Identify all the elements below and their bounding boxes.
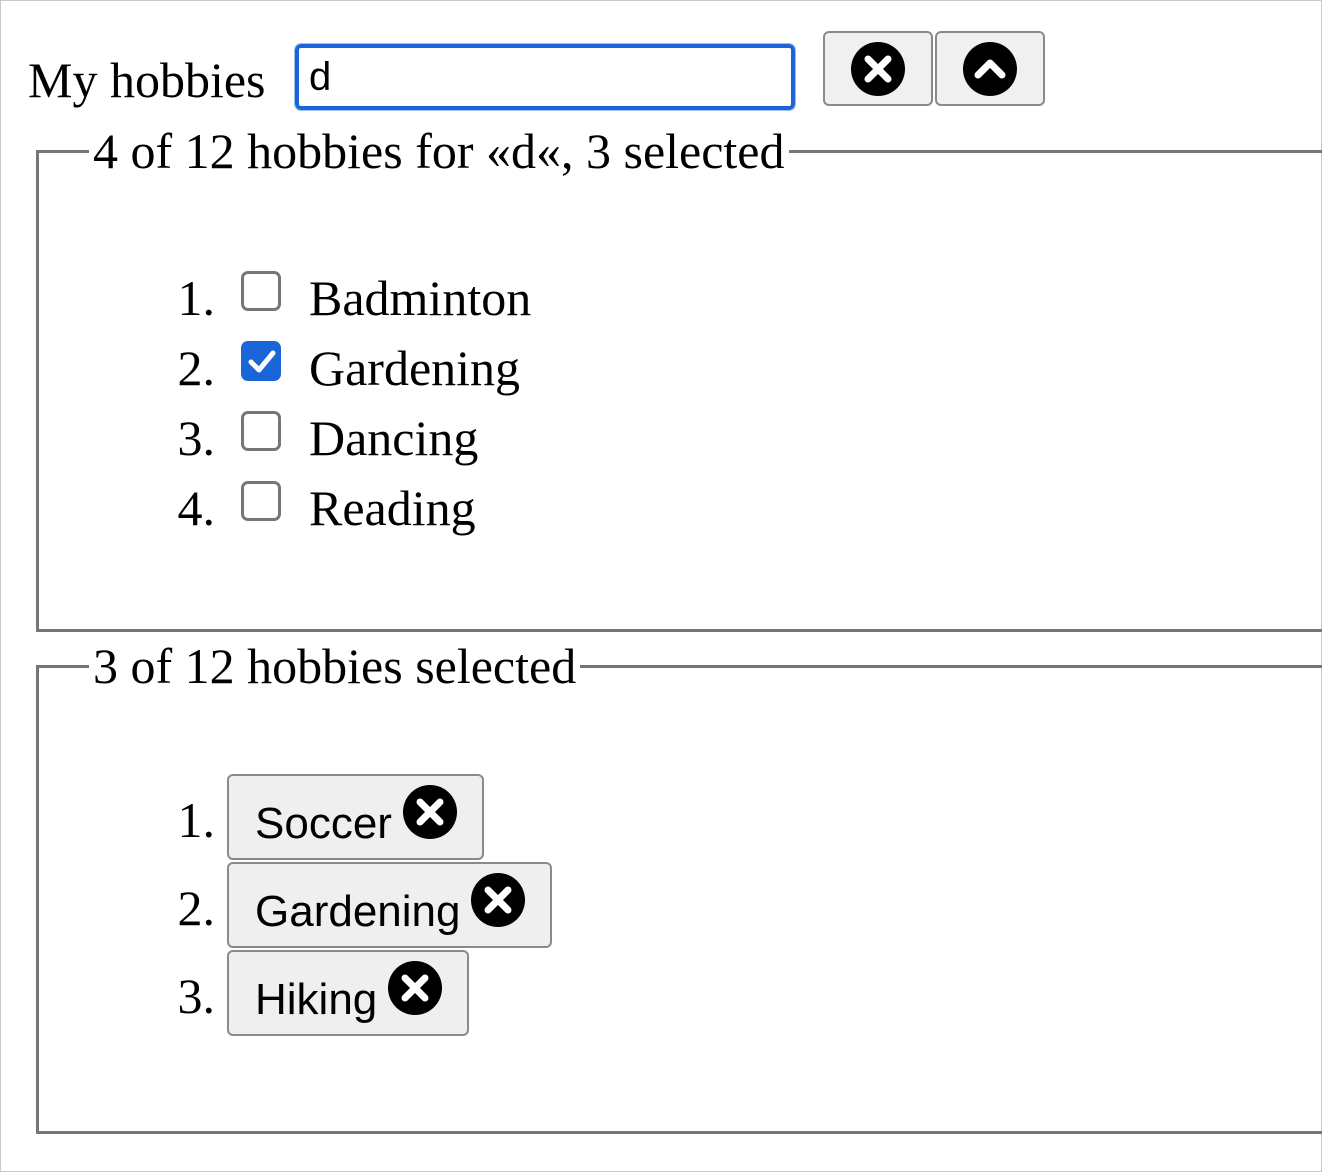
remove-hiking-button[interactable]: Hiking: [227, 950, 470, 1036]
collapse-list-button[interactable]: [935, 31, 1045, 106]
result-checkbox-dancing[interactable]: [241, 411, 281, 451]
chevron-up-circle-icon: [963, 41, 1017, 96]
item-number: 3.: [177, 410, 216, 466]
selected-item: 2. Gardening: [39, 862, 1322, 950]
item-number: 4.: [177, 480, 216, 536]
hobbies-search-input[interactable]: [294, 43, 796, 111]
item-number: 2.: [177, 340, 216, 396]
item-number: 1.: [177, 270, 216, 326]
results-fieldset: 4 of 12 hobbies for «d«, 3 selected 1. B…: [36, 121, 1322, 632]
close-circle-icon: [851, 41, 905, 96]
result-item: 3. Dancing: [39, 408, 1322, 478]
item-number: 2.: [177, 880, 216, 936]
result-item: 2. Gardening: [39, 338, 1322, 408]
chip-label: Hiking: [255, 975, 378, 1024]
result-label[interactable]: Reading: [309, 478, 476, 538]
checkmark-icon: [248, 350, 276, 373]
result-checkbox-badminton[interactable]: [241, 271, 281, 311]
close-circle-icon: [471, 873, 526, 927]
result-checkbox-reading[interactable]: [241, 481, 281, 521]
result-label[interactable]: Badminton: [309, 268, 531, 328]
result-item: 4. Reading: [39, 478, 1322, 548]
result-label[interactable]: Gardening: [309, 338, 520, 398]
close-circle-icon: [402, 785, 457, 839]
selected-item: 3. Hiking: [39, 950, 1322, 1038]
selected-item: 1. Soccer: [39, 774, 1322, 862]
selected-fieldset: 3 of 12 hobbies selected 1. Soccer 2. Ga…: [36, 636, 1322, 1134]
hobbies-label: My hobbies: [28, 52, 266, 108]
result-label[interactable]: Dancing: [309, 408, 478, 468]
results-legend: 4 of 12 hobbies for «d«, 3 selected: [89, 121, 789, 181]
chip-label: Soccer: [255, 799, 392, 848]
remove-gardening-button[interactable]: Gardening: [227, 862, 553, 948]
clear-search-button[interactable]: [823, 31, 933, 106]
close-circle-icon: [388, 961, 443, 1015]
remove-soccer-button[interactable]: Soccer: [227, 774, 484, 860]
chip-label: Gardening: [255, 887, 461, 936]
result-item: 1. Badminton: [39, 268, 1322, 338]
selected-legend: 3 of 12 hobbies selected: [89, 636, 581, 696]
item-number: 1.: [177, 792, 216, 848]
result-checkbox-gardening[interactable]: [241, 341, 281, 381]
item-number: 3.: [177, 968, 216, 1024]
